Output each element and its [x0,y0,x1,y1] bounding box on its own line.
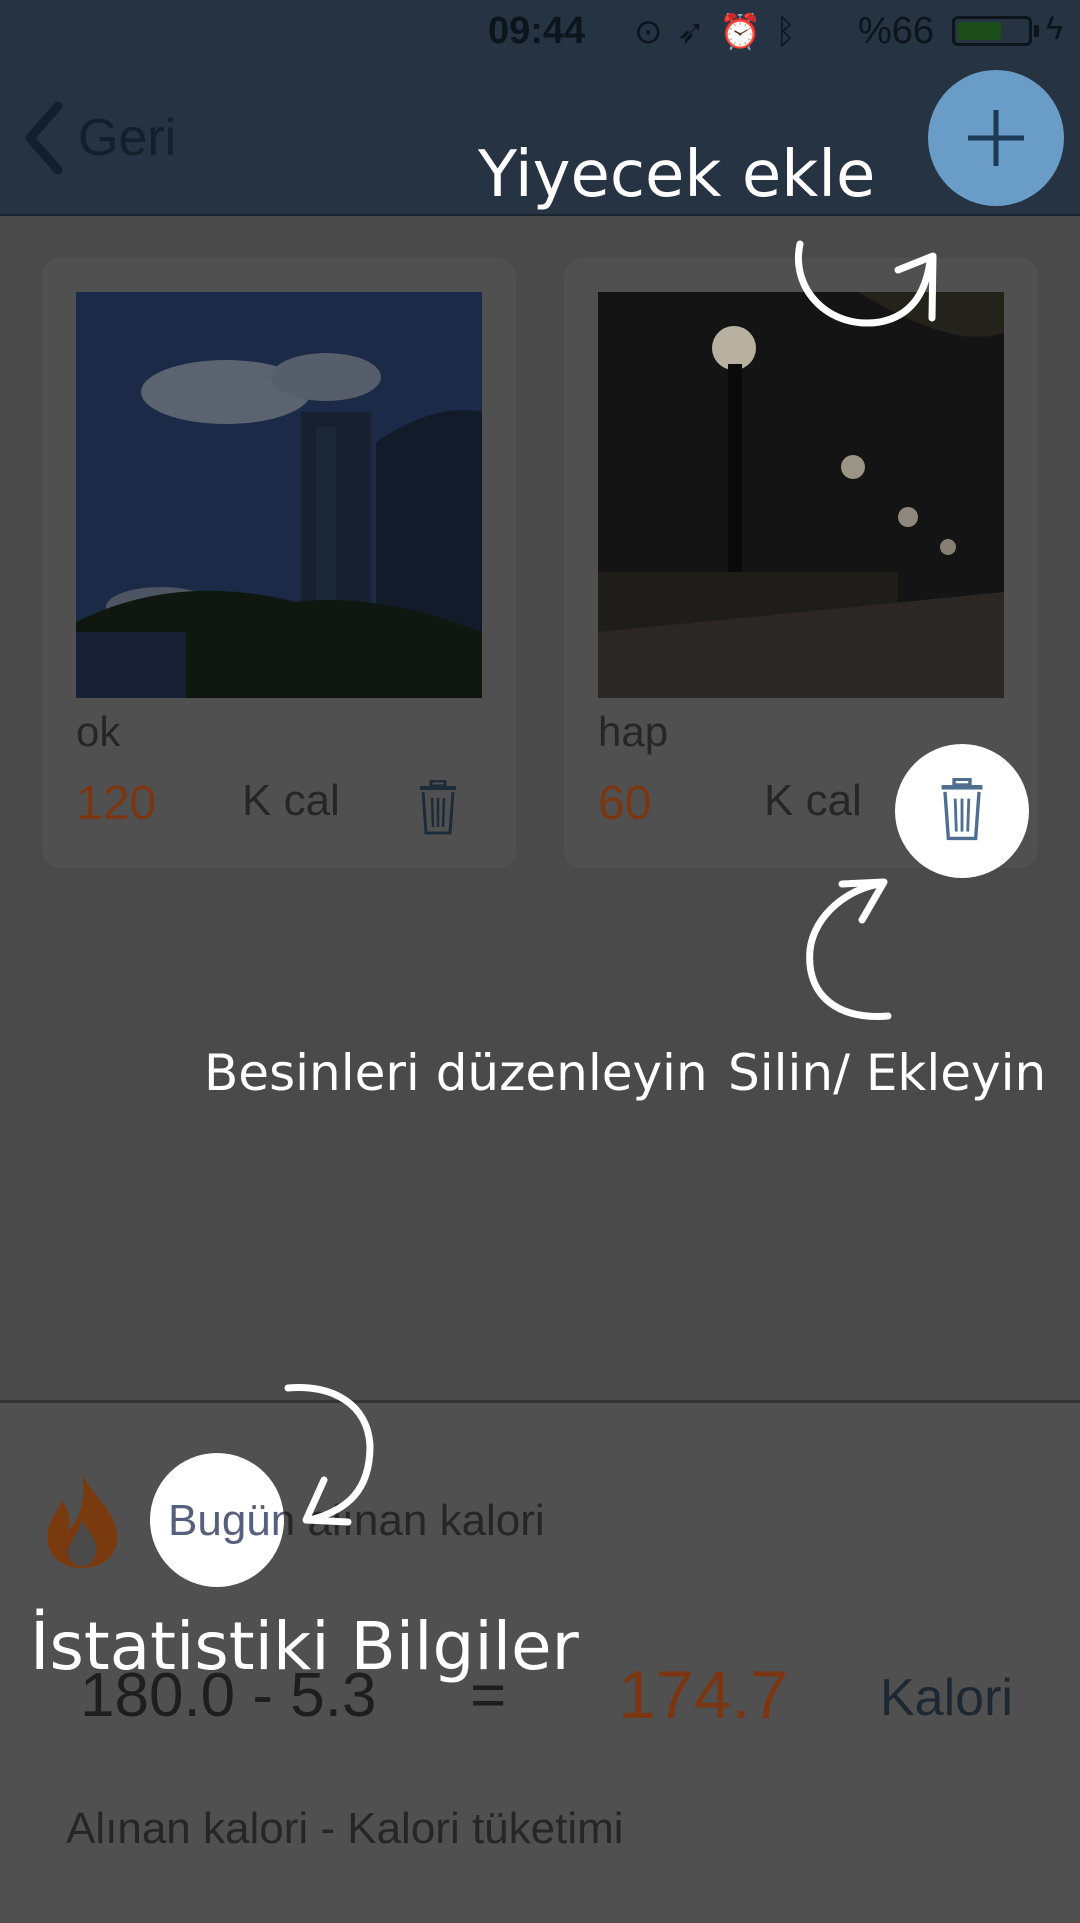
arrow-to-trash-icon [806,880,892,1020]
arrow-to-add-icon [795,240,934,327]
arrow-to-today-icon [284,1384,374,1524]
coach-arrows [284,240,937,1526]
